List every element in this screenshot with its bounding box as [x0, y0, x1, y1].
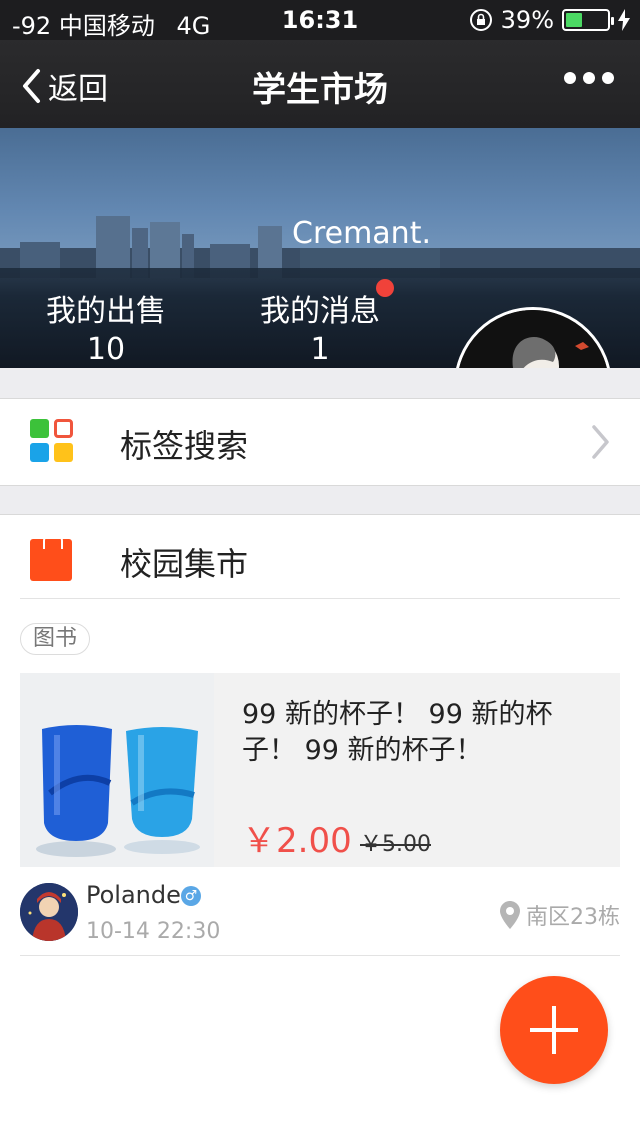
- item-photo: [20, 673, 214, 867]
- seller-name[interactable]: Polande: [86, 881, 181, 909]
- battery-icon: [562, 9, 614, 31]
- my-messages-stat[interactable]: 我的消息 1: [254, 286, 386, 367]
- row-divider: [20, 955, 620, 956]
- item-original-price: ￥5.00: [360, 832, 431, 857]
- post-time: 10-14 22:30: [86, 919, 221, 944]
- username: Cremant.: [292, 216, 431, 251]
- my-messages-label: 我的消息: [260, 294, 380, 329]
- category-tag[interactable]: 图书: [20, 623, 91, 655]
- page-title: 学生市场: [252, 70, 388, 110]
- item-title: 99 新的杯子！ 99 新的杯子！ 99 新的杯子！: [242, 699, 553, 766]
- my-sales-stat[interactable]: 我的出售 10: [40, 286, 172, 367]
- campus-market-label: 校园集市: [120, 545, 249, 583]
- navigation-bar: 返回 学生市场: [0, 40, 640, 128]
- listing-card[interactable]: 99 新的杯子！ 99 新的杯子！ 99 新的杯子！ ￥2.00 ￥5.00: [20, 673, 620, 867]
- charging-bolt-icon: [618, 9, 630, 31]
- location-pin-icon: [500, 901, 520, 929]
- item-price: ￥2.00: [242, 821, 352, 861]
- status-bar: -92 中国移动 4G 16:31 39%: [0, 0, 640, 40]
- status-right: 39%: [469, 6, 630, 34]
- battery-percent: 39%: [500, 6, 554, 34]
- unread-dot-badge: [376, 279, 394, 297]
- colored-grid-icon: [30, 419, 74, 463]
- seller-avatar-illustration: [20, 883, 78, 941]
- add-listing-button[interactable]: [500, 976, 608, 1084]
- male-icon: ♂: [181, 886, 201, 906]
- shopping-bag-icon: [30, 533, 72, 581]
- tag-search-row[interactable]: 标签搜索: [0, 398, 640, 486]
- section-spacer: [0, 486, 640, 514]
- campus-market-header[interactable]: 校园集市: [20, 515, 620, 599]
- chevron-right-icon: [592, 425, 609, 459]
- my-sales-label: 我的出售: [46, 294, 166, 329]
- my-messages-count: 1: [310, 332, 330, 367]
- tag-search-label: 标签搜索: [120, 427, 249, 465]
- item-location: 南区23栋: [500, 899, 620, 931]
- location-text: 南区23栋: [526, 905, 620, 930]
- my-sales-count: 10: [86, 332, 126, 367]
- seller-avatar[interactable]: [20, 883, 78, 941]
- more-dots-icon[interactable]: [564, 72, 614, 84]
- blue-cups-image: [20, 673, 214, 867]
- profile-banner: Cremant. 我的出售 10 我的消息 1: [0, 128, 640, 368]
- section-spacer: [0, 368, 640, 398]
- rotation-lock-icon: [469, 9, 492, 31]
